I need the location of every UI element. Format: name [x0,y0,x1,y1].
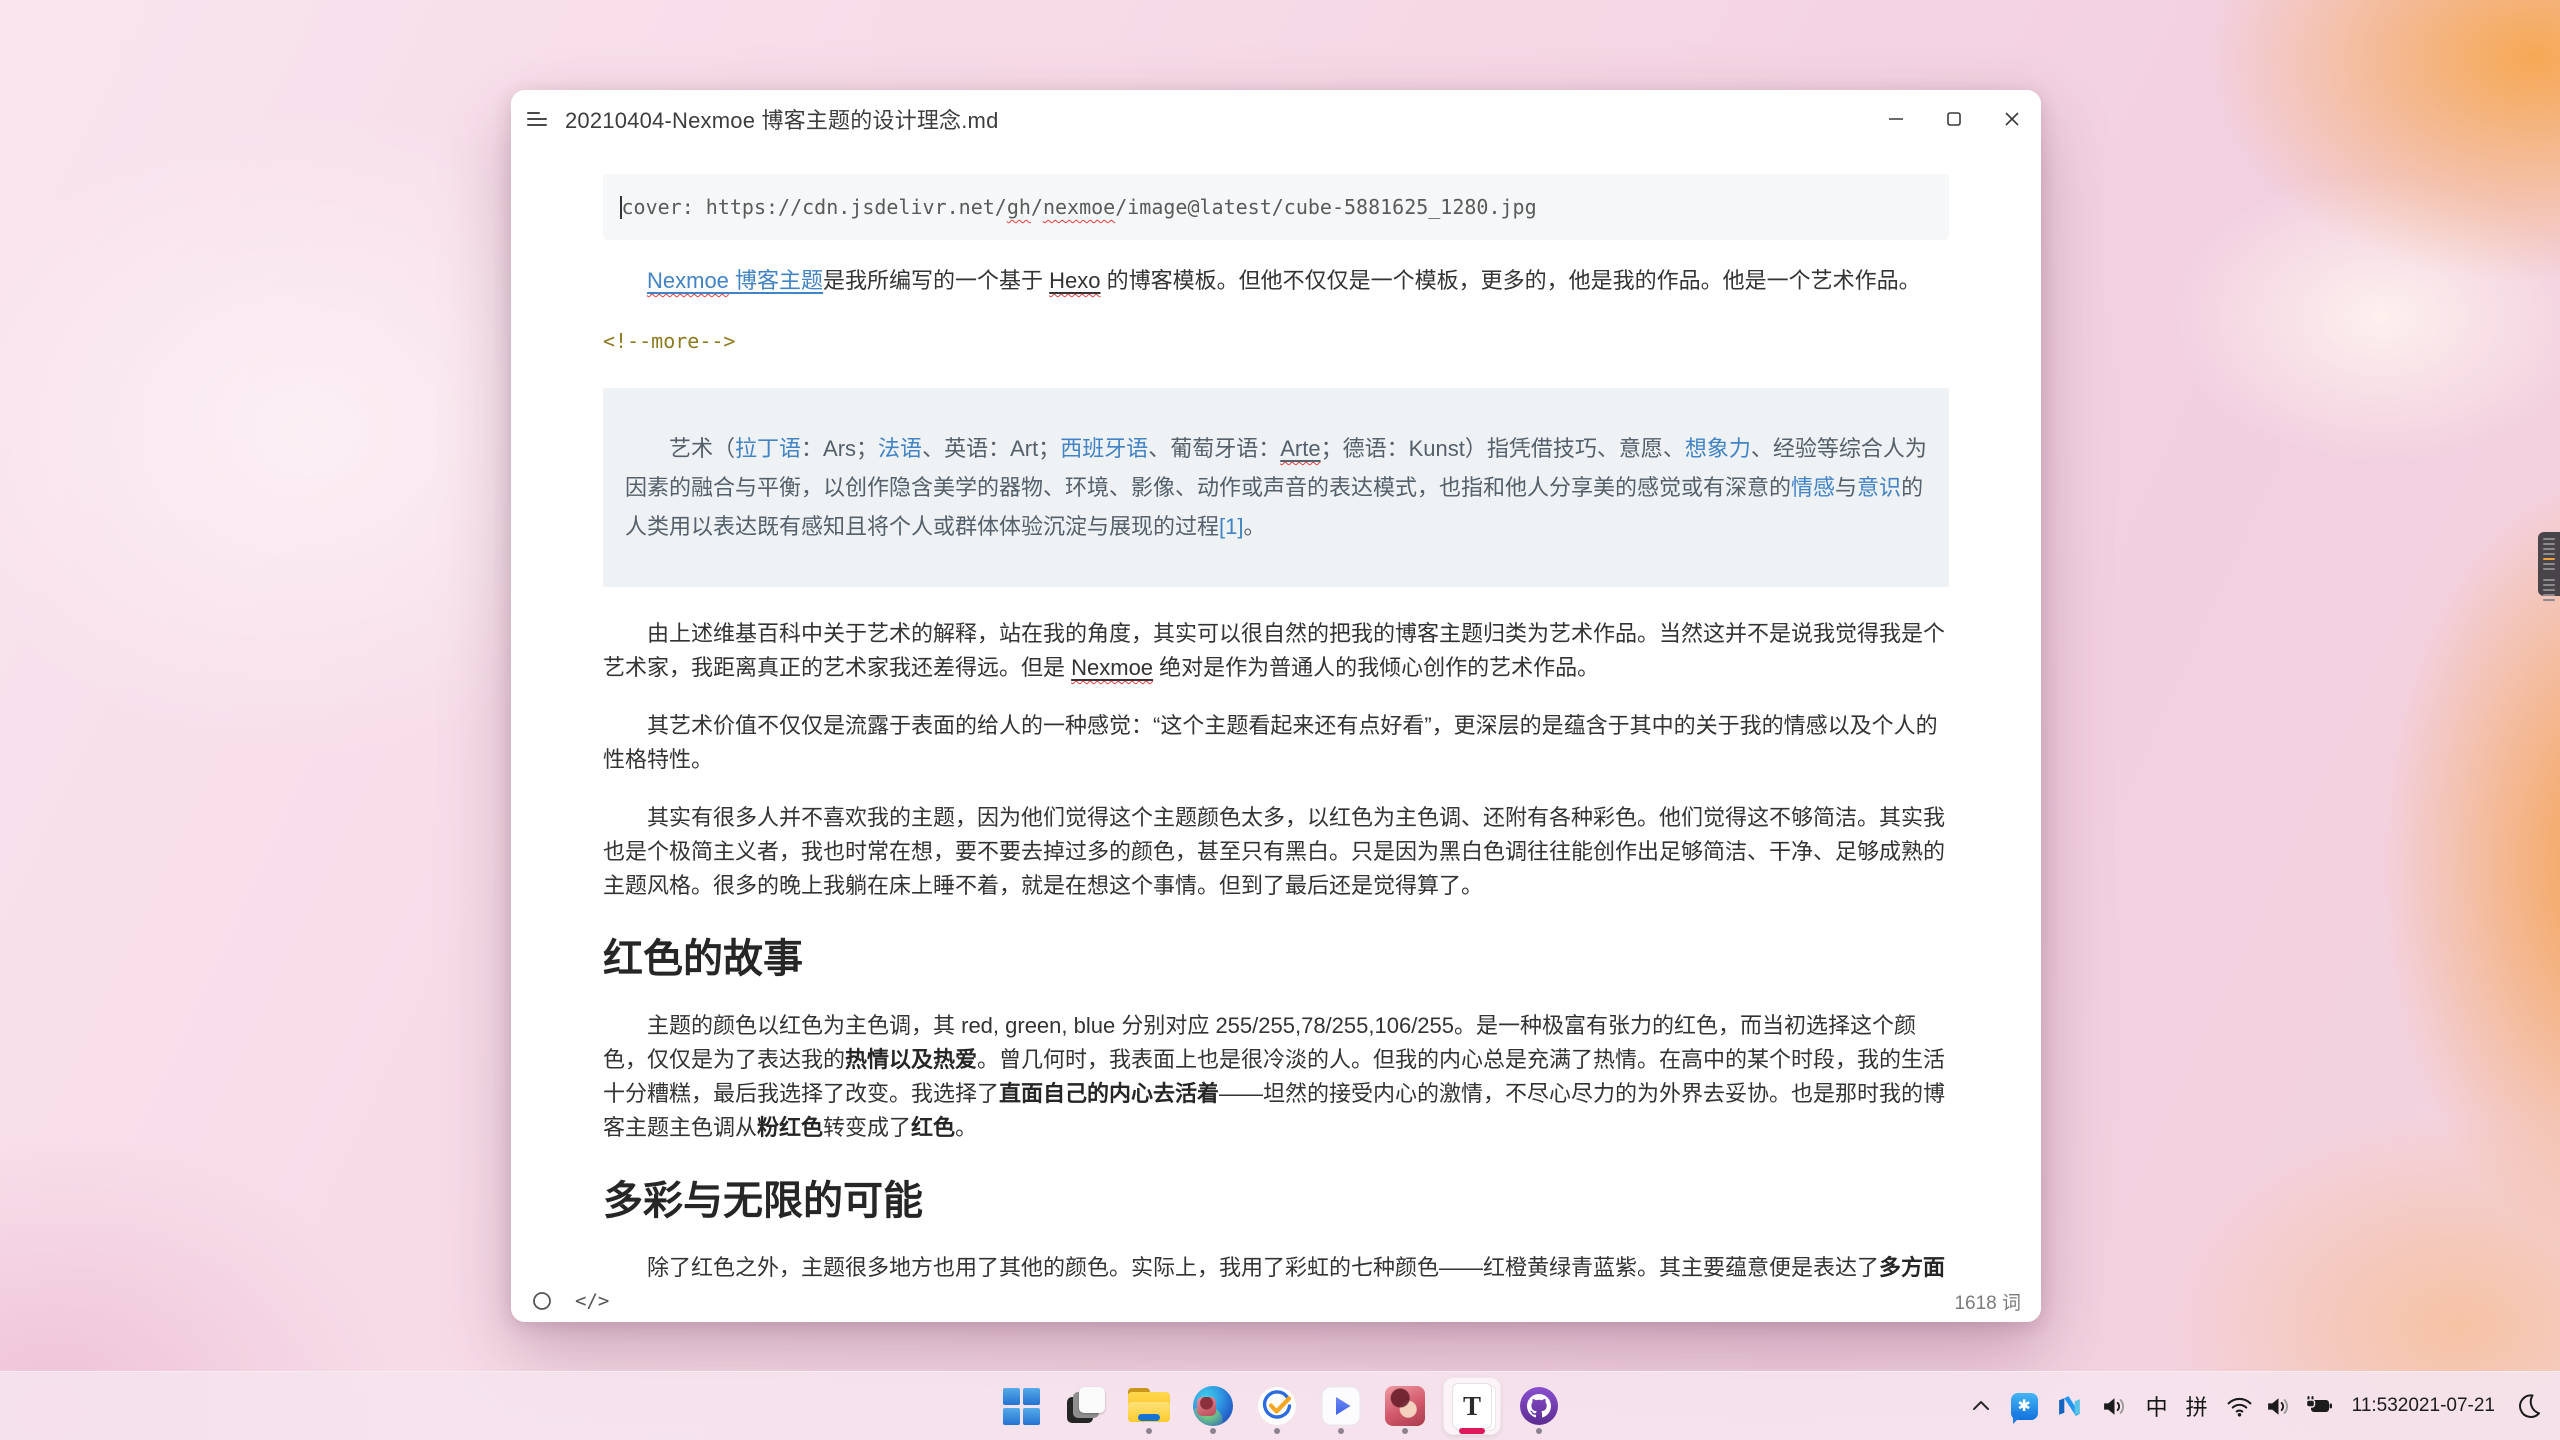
paragraph-red-color[interactable]: 主题的颜色以红色为主色调，其 red, green, blue 分别对应 255… [603,1009,1949,1145]
file-explorer-button[interactable] [1121,1376,1177,1436]
inline-link[interactable]: 博客主题 [729,268,823,293]
task-view-icon [1065,1386,1105,1426]
window-title: 20210404-Nexmoe 博客主题的设计理念.md [565,103,999,135]
focus-assist-button[interactable] [2504,1382,2550,1430]
clock-time: 11:53 [2352,1394,2398,1418]
anime-avatar-icon [1385,1386,1425,1426]
edge-button[interactable] [1185,1376,1241,1436]
chat-app-tray-icon[interactable]: ✱ [2002,1382,2047,1430]
sidebar-toggle-icon[interactable] [527,109,553,129]
windows-start-icon [1003,1388,1040,1425]
ime-mode-indicator[interactable]: 中 [2137,1382,2177,1430]
maximize-icon [1944,109,1964,129]
mail-app-tray-icon[interactable] [2047,1382,2092,1430]
minimize-icon [1886,109,1906,129]
ime-pinyin-indicator[interactable]: 拼 [2177,1382,2217,1430]
start-button[interactable] [993,1376,1049,1436]
wifi-icon [2226,1393,2253,1420]
document-editor[interactable]: cover: https://cdn.jsdelivr.net/gh/nexmo… [511,148,2041,1280]
source-code-icon[interactable]: </> [575,1290,609,1312]
close-button[interactable] [1983,90,2041,148]
chevron-up-icon [1969,1394,1993,1418]
inline-link[interactable]: 情感 [1791,475,1835,500]
paragraph-art-explain[interactable]: 由上述维基百科中关于艺术的解释，站在我的角度，其实可以很自然的把我的博客主题归类… [603,617,1949,685]
minimize-button[interactable] [1867,90,1925,148]
maximize-button[interactable] [1925,90,1983,148]
heading-colorful[interactable]: 多彩与无限的可能 [603,1175,1949,1227]
paragraph-art-value[interactable]: 其艺术价值不仅仅是流露于表面的给人的一种感觉：“这个主题看起来还有点好看”，更深… [603,709,1949,777]
inline-link[interactable]: Nexmoe [647,268,729,293]
paragraph-colorful[interactable]: 除了红色之外，主题很多地方也用了其他的颜色。实际上，我用了彩虹的七种颜色——红橙… [603,1251,1949,1280]
front-matter-code-block[interactable]: cover: https://cdn.jsdelivr.net/gh/nexmo… [603,174,1949,240]
github-desktop-button[interactable] [1511,1376,1567,1436]
outline-minimap[interactable] [2538,532,2560,596]
mail-n-icon [2056,1393,2083,1420]
close-icon [2002,109,2022,129]
typora-t-icon: T [1443,1377,1501,1435]
media-player-button[interactable] [1313,1376,1369,1436]
task-view-button[interactable] [1057,1376,1113,1436]
word-count[interactable]: 1618 词 [1954,1288,2021,1315]
inline-link[interactable]: [1] [1219,514,1243,539]
hidden-icons-button[interactable] [1960,1382,2002,1430]
pinned-avatar-app-button[interactable] [1377,1376,1433,1436]
chat-star-icon: ✱ [2011,1393,2038,1420]
desktop-wallpaper: 20210404-Nexmoe 博客主题的设计理念.md cover: http… [0,0,2560,1440]
paragraph-intro[interactable]: Nexmoe 博客主题是我所编写的一个基于 Hexo 的博客模板。但他不仅仅是一… [603,264,1949,298]
titlebar[interactable]: 20210404-Nexmoe 博客主题的设计理念.md [511,90,2041,148]
github-octocat-icon [1519,1386,1559,1426]
quick-settings-button[interactable] [2217,1382,2343,1430]
todo-button[interactable] [1249,1376,1305,1436]
folder-icon [1128,1388,1170,1424]
inline-link[interactable]: 拉丁语 [735,436,801,461]
play-icon [1321,1386,1361,1426]
more-comment-tag[interactable]: <!--more--> [603,324,1949,358]
battery-charging-icon [2304,1395,2334,1417]
edge-browser-icon [1193,1386,1233,1426]
inline-link[interactable]: 法语 [878,436,922,461]
inline-link[interactable]: 西班牙语 [1060,436,1148,461]
taskbar: T ✱ [0,1371,2560,1440]
system-tray: ✱ 中 拼 [1960,1372,2550,1440]
typora-button[interactable]: T [1441,1376,1503,1436]
heading-red-story[interactable]: 红色的故事 [603,933,1949,985]
todo-check-icon [1257,1386,1297,1426]
moon-icon [2513,1392,2541,1420]
statusbar: </> 1618 词 [511,1280,2041,1322]
inline-link[interactable]: 想象力 [1685,436,1751,461]
clock[interactable]: 11:53 2021-07-21 [2343,1382,2504,1430]
speaker-icon [2101,1393,2128,1420]
blockquote-art-definition[interactable]: 艺术（拉丁语：Ars；法语、英语：Art；西班牙语、葡萄牙语：Arte；德语：K… [603,388,1949,587]
record-circle-icon[interactable] [531,1290,553,1312]
clock-date: 2021-07-21 [2398,1394,2495,1418]
volume-app-tray-icon[interactable] [2092,1382,2137,1430]
inline-link[interactable]: 意识 [1857,475,1901,500]
speaker-icon [2265,1393,2292,1420]
typora-window: 20210404-Nexmoe 博客主题的设计理念.md cover: http… [511,90,2041,1322]
paragraph-many-people[interactable]: 其实有很多人并不喜欢我的主题，因为他们觉得这个主题颜色太多，以红色为主色调、还附… [603,801,1949,903]
